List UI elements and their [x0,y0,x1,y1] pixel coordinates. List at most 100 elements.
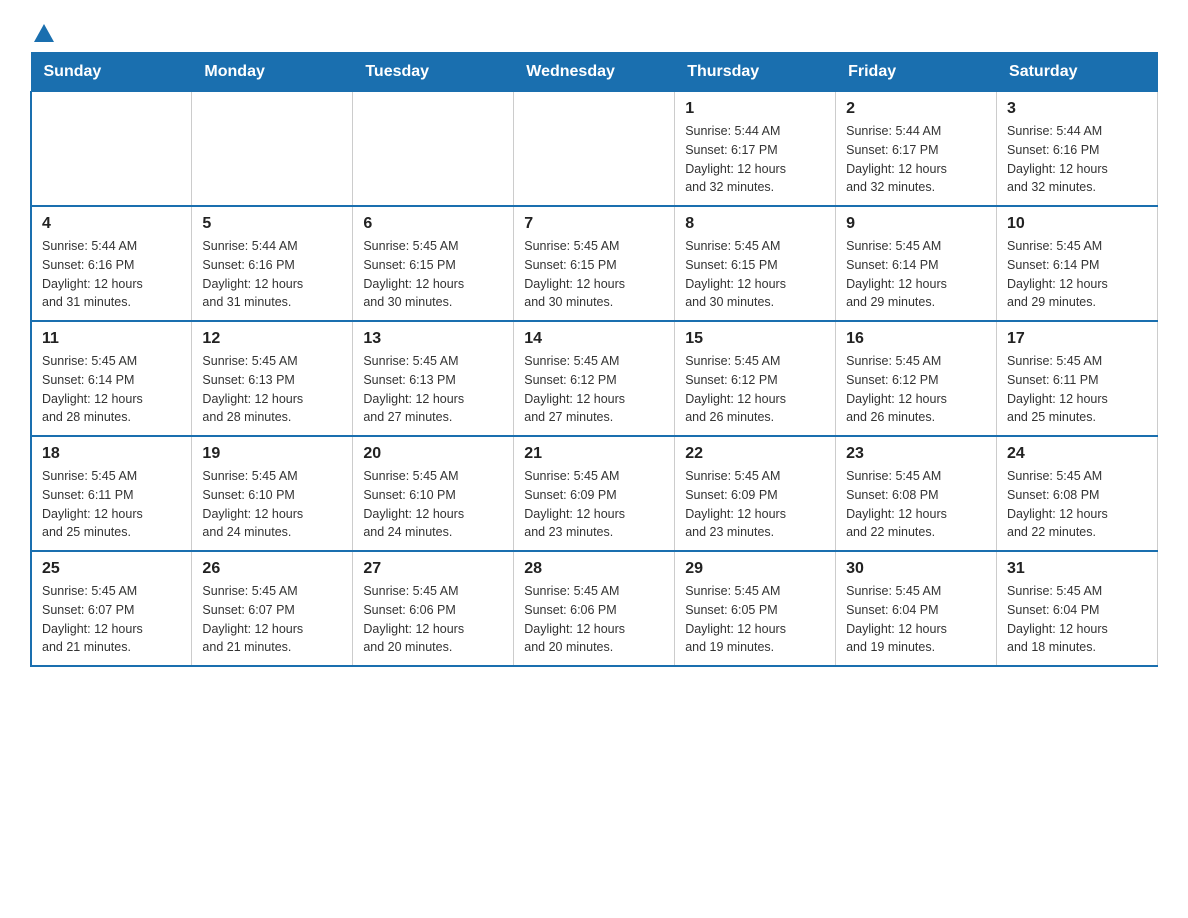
day-cell: 8 Sunrise: 5:45 AMSunset: 6:15 PMDaylight… [675,206,836,321]
day-info: Sunrise: 5:44 AMSunset: 6:16 PMDaylight:… [202,237,342,312]
day-cell: 27Sunrise: 5:45 AMSunset: 6:06 PMDayligh… [353,551,514,666]
day-cell: 12 Sunrise: 5:45 AMSunset: 6:13 PMDayligh… [192,321,353,436]
day-info: Sunrise: 5:45 AMSunset: 6:11 PMDaylight:… [1007,352,1147,427]
header-saturday: Saturday [997,53,1158,92]
header-wednesday: Wednesday [514,53,675,92]
day-info: Sunrise: 5:45 AMSunset: 6:12 PMDaylight:… [846,352,986,427]
calendar-header-row: SundayMondayTuesdayWednesdayThursdayFrid… [31,53,1158,92]
day-info: Sunrise: 5:44 AMSunset: 6:16 PMDaylight:… [42,237,181,312]
day-number: 18 [42,445,181,463]
day-info: Sunrise: 5:45 AMSunset: 6:08 PMDaylight:… [1007,467,1147,542]
day-number: 19 [202,445,342,463]
day-info: Sunrise: 5:45 AMSunset: 6:09 PMDaylight:… [685,467,825,542]
day-info: Sunrise: 5:45 AMSunset: 6:06 PMDaylight:… [524,582,664,657]
day-info: Sunrise: 5:45 AMSunset: 6:15 PMDaylight:… [685,237,825,312]
day-info: Sunrise: 5:45 AMSunset: 6:04 PMDaylight:… [1007,582,1147,657]
day-number: 29 [685,560,825,578]
day-cell: 25 Sunrise: 5:45 AMSunset: 6:07 PMDayligh… [31,551,192,666]
day-cell [192,92,353,207]
header-thursday: Thursday [675,53,836,92]
day-info: Sunrise: 5:45 AMSunset: 6:14 PMDaylight:… [42,352,181,427]
day-number: 10 [1007,215,1147,233]
day-number: 16 [846,330,986,348]
day-cell: 24Sunrise: 5:45 AMSunset: 6:08 PMDayligh… [997,436,1158,551]
day-info: Sunrise: 5:45 AMSunset: 6:11 PMDaylight:… [42,467,181,542]
day-number: 31 [1007,560,1147,578]
day-cell: 3 Sunrise: 5:44 AMSunset: 6:16 PMDaylight… [997,92,1158,207]
day-number: 20 [363,445,503,463]
day-cell: 7Sunrise: 5:45 AMSunset: 6:15 PMDaylight… [514,206,675,321]
day-number: 30 [846,560,986,578]
week-row-4: 18 Sunrise: 5:45 AMSunset: 6:11 PMDayligh… [31,436,1158,551]
calendar-table: SundayMondayTuesdayWednesdayThursdayFrid… [30,52,1158,667]
day-cell: 6Sunrise: 5:45 AMSunset: 6:15 PMDaylight… [353,206,514,321]
day-cell: 18 Sunrise: 5:45 AMSunset: 6:11 PMDayligh… [31,436,192,551]
day-info: Sunrise: 5:44 AMSunset: 6:17 PMDaylight:… [846,122,986,197]
logo-triangle-icon [34,24,54,42]
day-cell [514,92,675,207]
day-number: 11 [42,330,181,348]
day-info: Sunrise: 5:45 AMSunset: 6:10 PMDaylight:… [202,467,342,542]
day-number: 17 [1007,330,1147,348]
day-cell [353,92,514,207]
day-number: 27 [363,560,503,578]
day-number: 8 [685,215,825,233]
day-number: 12 [202,330,342,348]
day-cell: 31 Sunrise: 5:45 AMSunset: 6:04 PMDayligh… [997,551,1158,666]
day-info: Sunrise: 5:45 AMSunset: 6:15 PMDaylight:… [524,237,664,312]
day-number: 14 [524,330,664,348]
day-cell: 15 Sunrise: 5:45 AMSunset: 6:12 PMDayligh… [675,321,836,436]
week-row-5: 25 Sunrise: 5:45 AMSunset: 6:07 PMDayligh… [31,551,1158,666]
day-cell: 9 Sunrise: 5:45 AMSunset: 6:14 PMDaylight… [836,206,997,321]
day-cell: 22 Sunrise: 5:45 AMSunset: 6:09 PMDayligh… [675,436,836,551]
day-number: 4 [42,215,181,233]
day-cell: 17 Sunrise: 5:45 AMSunset: 6:11 PMDayligh… [997,321,1158,436]
day-info: Sunrise: 5:45 AMSunset: 6:13 PMDaylight:… [363,352,503,427]
day-cell [31,92,192,207]
day-info: Sunrise: 5:45 AMSunset: 6:12 PMDaylight:… [685,352,825,427]
day-cell: 14 Sunrise: 5:45 AMSunset: 6:12 PMDayligh… [514,321,675,436]
header-sunday: Sunday [31,53,192,92]
day-info: Sunrise: 5:45 AMSunset: 6:08 PMDaylight:… [846,467,986,542]
day-info: Sunrise: 5:45 AMSunset: 6:14 PMDaylight:… [846,237,986,312]
day-cell: 11 Sunrise: 5:45 AMSunset: 6:14 PMDayligh… [31,321,192,436]
day-cell: 20 Sunrise: 5:45 AMSunset: 6:10 PMDayligh… [353,436,514,551]
day-number: 21 [524,445,664,463]
header-monday: Monday [192,53,353,92]
day-cell: 21 Sunrise: 5:45 AMSunset: 6:09 PMDayligh… [514,436,675,551]
day-number: 28 [524,560,664,578]
day-number: 9 [846,215,986,233]
day-number: 25 [42,560,181,578]
week-row-3: 11 Sunrise: 5:45 AMSunset: 6:14 PMDayligh… [31,321,1158,436]
day-number: 15 [685,330,825,348]
day-cell: 30 Sunrise: 5:45 AMSunset: 6:04 PMDayligh… [836,551,997,666]
day-number: 2 [846,100,986,118]
day-info: Sunrise: 5:44 AMSunset: 6:16 PMDaylight:… [1007,122,1147,197]
day-number: 1 [685,100,825,118]
day-info: Sunrise: 5:45 AMSunset: 6:04 PMDaylight:… [846,582,986,657]
day-number: 13 [363,330,503,348]
day-info: Sunrise: 5:45 AMSunset: 6:09 PMDaylight:… [524,467,664,542]
day-cell: 19 Sunrise: 5:45 AMSunset: 6:10 PMDayligh… [192,436,353,551]
day-number: 5 [202,215,342,233]
week-row-2: 4 Sunrise: 5:44 AMSunset: 6:16 PMDaylight… [31,206,1158,321]
week-row-1: 1 Sunrise: 5:44 AMSunset: 6:17 PMDaylight… [31,92,1158,207]
day-info: Sunrise: 5:45 AMSunset: 6:10 PMDaylight:… [363,467,503,542]
day-info: Sunrise: 5:45 AMSunset: 6:14 PMDaylight:… [1007,237,1147,312]
day-cell: 2 Sunrise: 5:44 AMSunset: 6:17 PMDaylight… [836,92,997,207]
day-number: 22 [685,445,825,463]
day-number: 3 [1007,100,1147,118]
calendar-header: SundayMondayTuesdayWednesdayThursdayFrid… [31,53,1158,92]
day-info: Sunrise: 5:45 AMSunset: 6:07 PMDaylight:… [42,582,181,657]
day-cell: 1 Sunrise: 5:44 AMSunset: 6:17 PMDaylight… [675,92,836,207]
day-cell: 28 Sunrise: 5:45 AMSunset: 6:06 PMDayligh… [514,551,675,666]
header-tuesday: Tuesday [353,53,514,92]
calendar-body: 1 Sunrise: 5:44 AMSunset: 6:17 PMDaylight… [31,92,1158,667]
day-info: Sunrise: 5:44 AMSunset: 6:17 PMDaylight:… [685,122,825,197]
day-info: Sunrise: 5:45 AMSunset: 6:07 PMDaylight:… [202,582,342,657]
day-info: Sunrise: 5:45 AMSunset: 6:13 PMDaylight:… [202,352,342,427]
day-cell: 23Sunrise: 5:45 AMSunset: 6:08 PMDayligh… [836,436,997,551]
day-info: Sunrise: 5:45 AMSunset: 6:12 PMDaylight:… [524,352,664,427]
day-cell: 13 Sunrise: 5:45 AMSunset: 6:13 PMDayligh… [353,321,514,436]
logo [30,20,58,42]
